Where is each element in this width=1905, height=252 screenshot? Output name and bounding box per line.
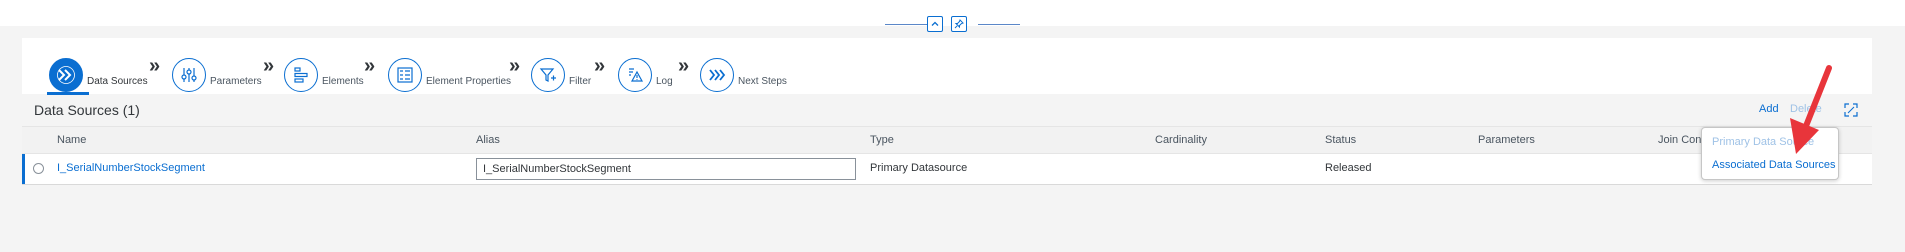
wizard-step-next-steps[interactable]: Next Steps: [700, 48, 787, 92]
data-source-name-link[interactable]: I_SerialNumberStockSegment: [57, 162, 205, 174]
wizard-step-element-properties[interactable]: Element Properties: [388, 48, 511, 92]
wizard-progress-bar: Data Sources » Parameters » Elements » E…: [22, 38, 1872, 95]
elements-icon: [284, 58, 318, 92]
header-divider-left: [885, 24, 927, 25]
row-highlight-indicator: [22, 154, 25, 184]
add-button[interactable]: Add: [1759, 103, 1779, 115]
annotation-arrow-icon: [1790, 65, 1832, 154]
filter-icon: [531, 58, 565, 92]
status-cell: Released: [1325, 162, 1372, 174]
column-header-type[interactable]: Type: [870, 134, 894, 146]
step-separator: »: [678, 55, 690, 77]
wizard-step-filter[interactable]: Filter: [531, 48, 591, 92]
collapse-header-button[interactable]: [927, 16, 943, 32]
wizard-step-label: Elements: [322, 76, 364, 87]
wizard-step-label: Filter: [569, 76, 592, 87]
data-sources-section-title: Data Sources (1): [34, 102, 140, 118]
table-row[interactable]: I_SerialNumberStockSegment Primary Datas…: [22, 154, 1872, 185]
wizard-step-label: Log: [656, 76, 673, 87]
column-header-parameters[interactable]: Parameters: [1478, 134, 1535, 146]
parameters-icon: [172, 58, 206, 92]
type-cell: Primary Datasource: [870, 162, 968, 174]
alias-input[interactable]: [476, 158, 856, 180]
step-separator: »: [149, 55, 161, 77]
fullscreen-icon[interactable]: [1844, 103, 1858, 117]
pin-icon: [954, 19, 964, 29]
wizard-step-log[interactable]: Log: [618, 48, 673, 92]
column-header-name[interactable]: Name: [57, 134, 86, 146]
active-step-indicator: [47, 92, 89, 95]
log-icon: [618, 58, 652, 92]
column-header-alias[interactable]: Alias: [476, 134, 500, 146]
data-sources-icon: [49, 58, 83, 92]
next-steps-icon: [700, 58, 734, 92]
menu-item-associated-data-sources[interactable]: Associated Data Sources: [1712, 159, 1836, 171]
wizard-step-label: Next Steps: [738, 76, 787, 87]
table-header-row: Name Alias Type Cardinality Status Param…: [22, 126, 1872, 154]
wizard-step-data-sources[interactable]: Data Sources: [49, 48, 148, 92]
wizard-step-label: Data Sources: [87, 76, 148, 87]
wizard-step-parameters[interactable]: Parameters: [172, 48, 262, 92]
chevron-up-icon: [931, 21, 939, 26]
column-header-status[interactable]: Status: [1325, 134, 1356, 146]
step-separator: »: [509, 55, 521, 77]
wizard-step-elements[interactable]: Elements: [284, 48, 364, 92]
wizard-step-label: Parameters: [210, 76, 262, 87]
step-separator: »: [263, 55, 275, 77]
data-sources-table: Name Alias Type Cardinality Status Param…: [22, 126, 1872, 185]
row-select-radio[interactable]: [33, 163, 44, 174]
column-header-cardinality[interactable]: Cardinality: [1155, 134, 1207, 146]
element-properties-icon: [388, 58, 422, 92]
step-separator: »: [364, 55, 376, 77]
header-divider-right: [978, 24, 1020, 25]
wizard-step-label: Element Properties: [426, 76, 512, 87]
step-separator: »: [594, 55, 606, 77]
pin-header-button[interactable]: [951, 16, 967, 32]
